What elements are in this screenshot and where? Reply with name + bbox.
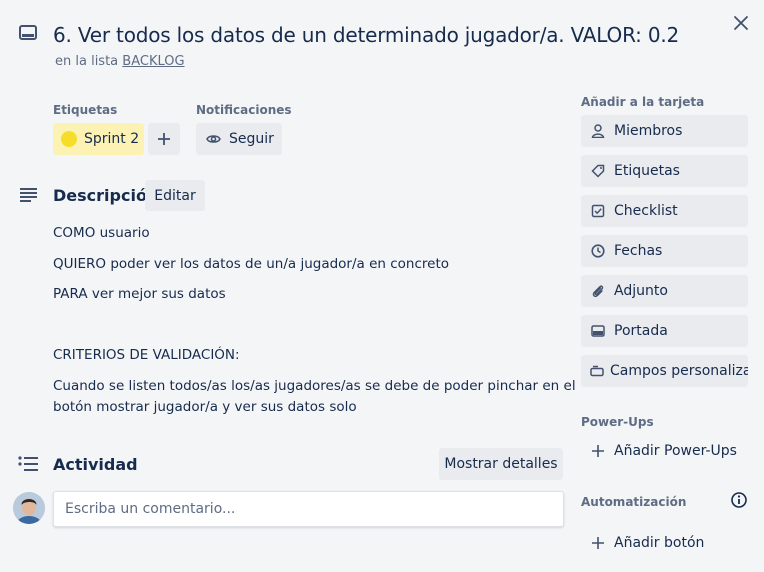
plus-icon — [158, 133, 170, 145]
labels-heading: Etiquetas — [53, 103, 118, 117]
list-reference: en la lista BACKLOG — [55, 54, 185, 69]
cover-button[interactable]: Portada — [581, 315, 748, 347]
powerups-heading: Power-Ups — [581, 415, 654, 429]
add-powerups-label: Añadir Power-Ups — [614, 443, 737, 459]
cover-label: Portada — [614, 323, 668, 339]
clock-icon — [590, 243, 606, 259]
automation-heading: Automatización — [581, 495, 687, 509]
info-icon[interactable] — [730, 491, 748, 509]
person-icon — [590, 123, 606, 139]
tag-icon — [590, 163, 606, 179]
eye-icon — [206, 133, 221, 145]
custom-fields-label: Campos personaliza... — [610, 363, 748, 379]
card-icon — [19, 25, 37, 41]
description-line: PARA ver mejor sus datos — [53, 286, 226, 302]
label-sprint-2[interactable]: Sprint 2 — [53, 123, 144, 155]
labels-button[interactable]: Etiquetas — [581, 155, 748, 187]
comment-input[interactable]: Escriba un comentario... — [53, 491, 564, 527]
follow-button[interactable]: Seguir — [196, 123, 282, 155]
show-details-button[interactable]: Mostrar detalles — [439, 448, 563, 480]
cover-icon — [590, 323, 606, 339]
label-name: Sprint 2 — [84, 131, 140, 147]
dates-label: Fechas — [614, 243, 663, 259]
edit-description-button[interactable]: Editar — [145, 180, 205, 211]
description-icon — [19, 187, 38, 203]
list-link[interactable]: BACKLOG — [122, 54, 184, 69]
add-button-label: Añadir botón — [614, 535, 705, 551]
description-line: CRITERIOS DE VALIDACIÓN: — [53, 347, 240, 363]
add-to-card-heading: Añadir a la tarjeta — [581, 95, 705, 109]
checklist-label: Checklist — [614, 203, 678, 219]
add-powerups-button[interactable]: Añadir Power-Ups — [581, 435, 748, 467]
close-icon[interactable] — [730, 12, 752, 34]
dates-button[interactable]: Fechas — [581, 235, 748, 267]
attachment-button[interactable]: Adjunto — [581, 275, 748, 307]
plus-icon — [590, 535, 606, 551]
avatar[interactable] — [13, 492, 45, 524]
activity-icon — [18, 456, 39, 472]
description-line: COMO usuario — [53, 225, 150, 241]
plus-icon — [590, 443, 606, 459]
description-heading: Descripción — [53, 186, 159, 205]
activity-heading: Actividad — [53, 455, 138, 474]
add-button-button[interactable]: Añadir botón — [581, 527, 748, 559]
checklist-button[interactable]: Checklist — [581, 195, 748, 227]
labels-label: Etiquetas — [614, 163, 680, 179]
follow-label: Seguir — [229, 131, 274, 147]
paperclip-icon — [590, 283, 606, 299]
list-prefix: en la lista — [55, 54, 119, 69]
description-line: botón mostrar jugador/a y ver sus datos … — [53, 399, 357, 415]
add-label-button[interactable] — [148, 123, 180, 155]
notifications-heading: Notificaciones — [196, 103, 292, 117]
attachment-label: Adjunto — [614, 283, 668, 299]
members-label: Miembros — [614, 123, 683, 139]
card-title[interactable]: 6. Ver todos los datos de un determinado… — [53, 22, 679, 48]
custom-fields-icon — [590, 363, 604, 379]
members-button[interactable]: Miembros — [581, 115, 748, 147]
custom-fields-button[interactable]: Campos personaliza... — [581, 355, 748, 387]
label-color-dot — [61, 131, 77, 147]
checklist-icon — [590, 203, 606, 219]
description-line: QUIERO poder ver los datos de un/a jugad… — [53, 256, 450, 272]
description-line: Cuando se listen todos/as los/as jugador… — [53, 378, 576, 394]
